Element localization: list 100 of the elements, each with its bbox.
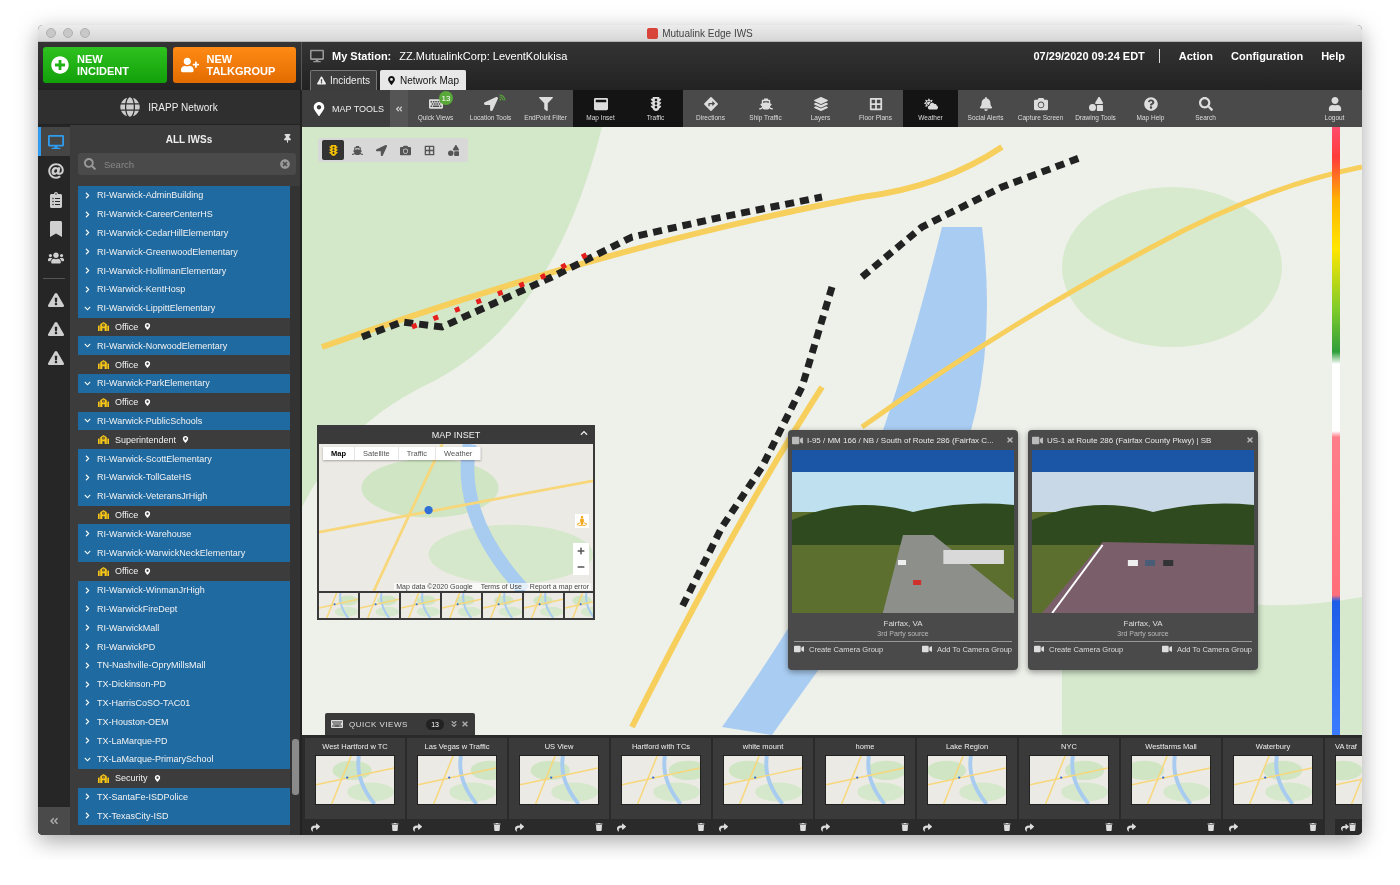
list-item[interactable]: RI-WarwickPD xyxy=(78,637,290,656)
pin-icon xyxy=(182,436,190,444)
share-icon[interactable] xyxy=(719,822,728,832)
help-icon xyxy=(1143,96,1158,111)
item-label: TX-Houston-OEM xyxy=(97,716,169,727)
location-arrow-icon xyxy=(483,96,498,111)
tab[interactable]: Incidents xyxy=(310,70,378,90)
share-icon[interactable] xyxy=(1025,822,1034,832)
warning-icon xyxy=(317,76,326,85)
pin-icon xyxy=(144,323,152,331)
item-label: RI-Warwick-HollimanElementary xyxy=(97,265,227,276)
window-title: Mutualink Edge IWS xyxy=(662,27,753,39)
trash-icon[interactable] xyxy=(391,823,399,831)
search-field[interactable]: Search xyxy=(78,153,296,175)
tab[interactable]: Network Map xyxy=(380,70,466,90)
list-item[interactable]: RI-Warwick-NorwoodElementary xyxy=(78,336,290,356)
item-label: TX-SantaFe-ISDPolice xyxy=(97,791,189,802)
share-icon[interactable] xyxy=(1127,822,1136,832)
list-item[interactable]: RI-Warwick-HollimanElementary xyxy=(78,261,290,280)
shapes-icon xyxy=(1088,96,1103,111)
pin-button[interactable] xyxy=(283,134,292,143)
share-icon[interactable] xyxy=(1229,822,1238,832)
list-item[interactable]: RI-Warwick-GreenwoodElementary xyxy=(78,242,290,262)
trash-icon[interactable] xyxy=(1003,823,1011,831)
trash-icon[interactable] xyxy=(1105,823,1113,831)
item-label: TN-Nashville-OpryMillsMall xyxy=(97,660,206,671)
subitem-label: Superintendent xyxy=(115,434,177,445)
school-icon xyxy=(98,772,109,784)
share-icon[interactable] xyxy=(617,822,626,832)
menu-item[interactable]: Action xyxy=(1178,50,1214,62)
trash-icon[interactable] xyxy=(799,823,807,831)
item-label: RI-Warwick-ScottElementary xyxy=(97,453,212,464)
warning-icon xyxy=(47,291,64,308)
item-label: TX-HarrisCoSO-TAC01 xyxy=(97,697,191,708)
station-name: ZZ.MutualinkCorp: LeventKolukisa xyxy=(399,50,568,62)
trash-icon[interactable] xyxy=(1309,823,1317,831)
share-icon[interactable] xyxy=(311,822,320,832)
station-label: My Station: xyxy=(332,50,392,62)
list-item[interactable]: TX-TexasCity-ISD xyxy=(78,806,290,826)
share-icon[interactable] xyxy=(1341,822,1349,832)
signal-icon xyxy=(499,94,506,101)
item-label: RI-Warwick-AdminBuilding xyxy=(97,190,204,201)
trash-icon[interactable] xyxy=(1348,823,1356,831)
list-item[interactable]: RI-Warwick-ScottElementary xyxy=(78,449,290,468)
item-label: RI-WarwickFireDept xyxy=(97,603,178,614)
subitem-label: Office xyxy=(115,397,139,408)
map-tools-button[interactable]: MAP TOOLS xyxy=(302,90,390,127)
item-label: RI-Warwick-Warehouse xyxy=(97,528,192,539)
share-icon[interactable] xyxy=(923,822,932,832)
trash-icon[interactable] xyxy=(697,823,705,831)
list-item[interactable]: RI-Warwick-Warehouse xyxy=(78,524,290,544)
window-icon xyxy=(593,96,608,111)
trash-icon[interactable] xyxy=(901,823,909,831)
item-label: RI-Warwick-PublicSchools xyxy=(97,415,203,426)
at-sign-icon xyxy=(47,162,64,179)
scrollbar[interactable] xyxy=(290,186,300,835)
list-item[interactable]: RI-WarwickMall xyxy=(78,618,290,638)
list-item[interactable]: TX-Houston-OEM xyxy=(78,712,290,732)
traffic-light-icon xyxy=(648,96,663,111)
trash-icon[interactable] xyxy=(595,823,603,831)
item-label: RI-WarwickPD xyxy=(97,641,156,652)
double-chevron-icon xyxy=(49,816,59,826)
network-globe-icon xyxy=(120,97,141,117)
menu-item[interactable]: Help xyxy=(1321,50,1345,62)
list-item[interactable]: RI-Warwick-AdminBuilding xyxy=(78,186,290,205)
weather-icon xyxy=(923,96,938,111)
layers-icon xyxy=(813,96,828,111)
item-label: RI-Warwick-LippittElementary xyxy=(97,303,216,314)
trash-icon[interactable] xyxy=(493,823,501,831)
floor-plan-icon xyxy=(868,96,883,111)
pin-icon xyxy=(312,101,326,116)
share-icon[interactable] xyxy=(515,822,524,832)
item-label: RI-Warwick-WarwickNeckElementary xyxy=(97,547,246,558)
search-icon xyxy=(84,158,96,170)
clear-icon[interactable] xyxy=(280,159,290,169)
item-label: RI-Warwick-ParkElementary xyxy=(97,378,210,389)
app-logo-icon xyxy=(647,27,659,39)
share-icon[interactable] xyxy=(821,822,830,832)
list-item[interactable]: RI-Warwick-WarwickNeckElementary xyxy=(78,543,290,562)
list-item[interactable]: TX-LaMarque-PD xyxy=(78,731,290,750)
user-icon xyxy=(1327,96,1342,111)
keyboard-icon xyxy=(428,96,443,111)
school-icon xyxy=(98,321,109,333)
item-label: RI-Warwick-WinmanJrHigh xyxy=(97,585,205,596)
pin-icon xyxy=(283,134,292,143)
subitem-label: Office xyxy=(115,509,139,520)
share-icon[interactable] xyxy=(413,822,422,832)
count-badge: 13 xyxy=(439,91,453,105)
item-label: RI-WarwickMall xyxy=(97,622,160,633)
item-label: TX-LaMarque-PrimarySchool xyxy=(97,754,214,765)
item-label: TX-LaMarque-PD xyxy=(97,735,168,746)
menu-item[interactable]: Configuration xyxy=(1231,50,1304,62)
monitors-icon xyxy=(47,133,64,150)
trash-icon[interactable] xyxy=(1207,823,1215,831)
date-time: 07/29/2020 09:24 EDT xyxy=(1033,50,1145,62)
search-icon xyxy=(1198,96,1213,111)
bell-icon xyxy=(978,96,993,111)
school-icon xyxy=(98,509,109,521)
plus-icon xyxy=(51,56,69,74)
filter-icon xyxy=(538,96,553,111)
